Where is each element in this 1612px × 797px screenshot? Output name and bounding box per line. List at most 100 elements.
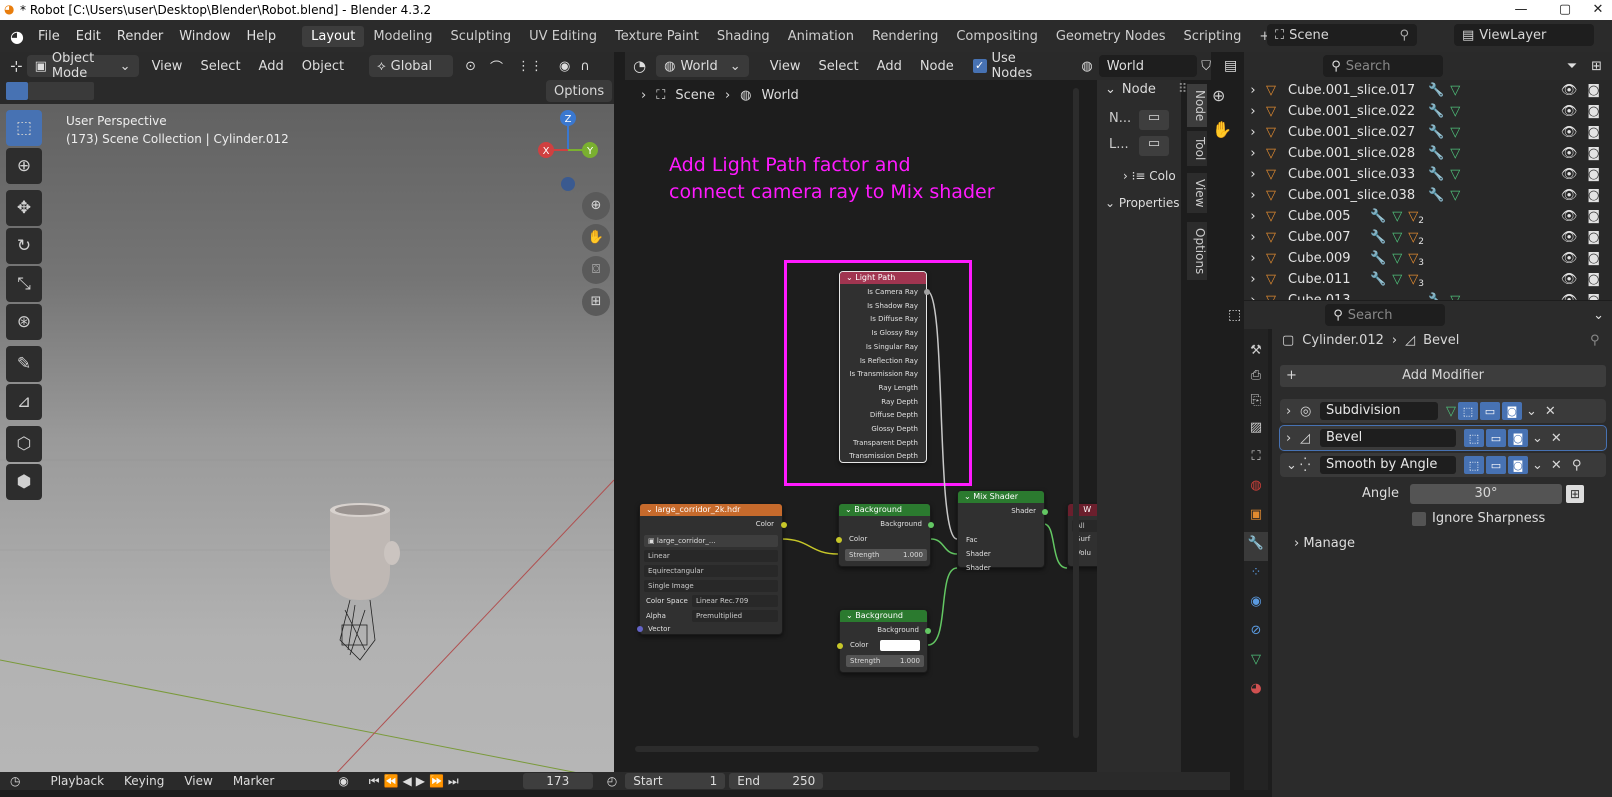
outliner-row-name[interactable]: Cube.013 bbox=[1288, 293, 1426, 300]
sidebar-color-panel[interactable]: › ⁝≡ Colo bbox=[1123, 169, 1176, 183]
expand-arrow-icon[interactable]: › bbox=[1244, 209, 1266, 224]
render-toggle[interactable]: ◙ bbox=[1508, 429, 1528, 447]
menu-playback[interactable]: Playback bbox=[50, 774, 104, 788]
outliner-search[interactable]: ⚲ Search bbox=[1323, 55, 1444, 77]
pin-icon[interactable]: ⚲ bbox=[1590, 333, 1600, 348]
tab-texture-paint[interactable]: Texture Paint bbox=[606, 26, 708, 47]
tab-scripting[interactable]: Scripting bbox=[1175, 26, 1251, 47]
outliner-row-name[interactable]: Cube.001_slice.022 bbox=[1288, 104, 1426, 119]
close-icon[interactable]: ✕ bbox=[1584, 0, 1612, 20]
outliner-row[interactable]: › ▽ Cube.007 🔧 ▽ ▽ 2 👁 ◙ bbox=[1244, 227, 1612, 248]
color-space-dropdown[interactable]: Linear Rec.709 bbox=[692, 595, 778, 607]
render-toggle[interactable]: ◙ bbox=[1508, 456, 1528, 474]
tab-rendering[interactable]: Rendering bbox=[863, 26, 947, 47]
edit-mode-toggle[interactable]: ⬚ bbox=[1458, 402, 1478, 420]
mesh-data-icon[interactable]: ▽ bbox=[1450, 125, 1460, 140]
chevron-right-icon[interactable]: › bbox=[1286, 404, 1300, 419]
mix-shader-node[interactable]: ⌄ Mix Shader Shader Fac Shader Shader bbox=[957, 490, 1048, 572]
annotate-tool-icon[interactable]: ✎ bbox=[6, 346, 42, 382]
menu-help[interactable]: Help bbox=[238, 29, 284, 44]
tab-modeling[interactable]: Modeling bbox=[364, 26, 441, 47]
robot-model[interactable] bbox=[320, 500, 420, 680]
filter-icon[interactable]: ⏷ bbox=[1567, 59, 1577, 74]
render-camera-icon[interactable]: ◙ bbox=[1587, 293, 1600, 300]
view-layer-tab-icon[interactable]: ▨ bbox=[1244, 416, 1268, 445]
render-camera-icon[interactable]: ◙ bbox=[1587, 251, 1600, 266]
manage-panel[interactable]: › Manage bbox=[1294, 536, 1355, 551]
modifier-icon[interactable]: 🔧 bbox=[1428, 167, 1444, 182]
expand-arrow-icon[interactable]: › bbox=[1244, 293, 1266, 300]
select-mode-group[interactable] bbox=[28, 82, 94, 100]
navigation-gizmo[interactable]: Z X Y bbox=[528, 108, 608, 194]
tab-view[interactable]: View bbox=[1187, 173, 1207, 214]
transform-orientation-dropdown[interactable]: ⟡ Global bbox=[369, 55, 454, 77]
menu-file[interactable]: File bbox=[30, 29, 68, 44]
render-camera-icon[interactable]: ◙ bbox=[1587, 83, 1600, 98]
sidebar-node-header[interactable]: ⌄ Node ⠿ bbox=[1105, 82, 1187, 97]
playback-controls-icon[interactable]: ⏮⏪◀▶⏩⏭ bbox=[369, 774, 463, 789]
menu-render[interactable]: Render bbox=[109, 29, 171, 44]
subdivision-name[interactable]: Subdivision bbox=[1320, 402, 1438, 420]
menu-add[interactable]: Add bbox=[250, 59, 293, 74]
world-tab-icon[interactable]: ◍ bbox=[1244, 474, 1268, 503]
node-menu-view[interactable]: View bbox=[761, 59, 810, 74]
interpolation-dropdown[interactable]: Linear bbox=[644, 550, 778, 562]
outliner-row[interactable]: ›▽Cube.013🔧▽👁◙ bbox=[1244, 290, 1612, 300]
sidebar-label-field[interactable]: ▭ bbox=[1139, 136, 1169, 156]
drag-handle-icon[interactable]: ⠿ bbox=[1178, 82, 1188, 97]
modifier-icon[interactable]: 🔧 bbox=[1370, 209, 1386, 224]
expand-arrow-icon[interactable]: › bbox=[1244, 272, 1266, 287]
modifier-icon[interactable]: 🔧 bbox=[1370, 272, 1386, 287]
outliner-row-name[interactable]: Cube.007 bbox=[1288, 230, 1364, 245]
outliner-row[interactable]: › ▽ Cube.001_slice.033 🔧 ▽ 👁 ◙ bbox=[1244, 164, 1612, 185]
output-tab-icon[interactable]: ⎘ bbox=[1244, 387, 1268, 416]
outliner-row[interactable]: › ▽ Cube.005 🔧 ▽ ▽ 2 👁 ◙ bbox=[1244, 206, 1612, 227]
eye-icon[interactable]: 👁 bbox=[1561, 146, 1578, 161]
add-modifier-button[interactable]: + Add Modifier bbox=[1280, 365, 1606, 387]
eye-icon[interactable]: 👁 bbox=[1561, 230, 1578, 245]
tool-tab-icon[interactable]: ⚒ bbox=[1244, 329, 1268, 358]
background-1-strength-field[interactable]: Strength 1.000 bbox=[845, 549, 927, 561]
mix-shader-header[interactable]: ⌄ Mix Shader bbox=[958, 491, 1044, 503]
outliner-row[interactable]: › ▽ Cube.001_slice.028 🔧 ▽ 👁 ◙ bbox=[1244, 143, 1612, 164]
eye-icon[interactable]: 👁 bbox=[1561, 293, 1578, 300]
modifier-tab-icon[interactable]: 🔧 bbox=[1244, 532, 1268, 561]
socket-bg1-color[interactable] bbox=[836, 537, 842, 543]
tab-uv-editing[interactable]: UV Editing bbox=[520, 26, 606, 47]
object-tab-icon[interactable]: ▣ bbox=[1244, 503, 1268, 532]
outliner-row-name[interactable]: Cube.001_slice.017 bbox=[1288, 83, 1426, 98]
material-icon[interactable]: ▽ bbox=[1408, 230, 1418, 245]
socket-is-camera-ray[interactable] bbox=[924, 289, 930, 295]
node-menu-select[interactable]: Select bbox=[810, 59, 868, 74]
modifier-icon[interactable]: 🔧 bbox=[1370, 251, 1386, 266]
eye-icon[interactable]: 👁 bbox=[1561, 167, 1578, 182]
expand-arrow-icon[interactable]: › bbox=[1244, 104, 1266, 119]
eye-icon[interactable]: 👁 bbox=[1561, 209, 1578, 224]
timeline-editor-type-icon[interactable]: ◷ bbox=[10, 774, 20, 788]
tab-geometry-nodes[interactable]: Geometry Nodes bbox=[1047, 26, 1175, 47]
select-box-mode-icon[interactable] bbox=[6, 82, 28, 100]
modifier-subdivision[interactable]: › ◎ Subdivision ▽ ⬚ ▭ ◙ ⌄ ✕ bbox=[1280, 399, 1606, 423]
background-2-strength-field[interactable]: Strength 1.000 bbox=[846, 655, 924, 667]
modifier-icon[interactable]: 🔧 bbox=[1428, 104, 1444, 119]
tab-tool[interactable]: Tool bbox=[1187, 131, 1207, 167]
mesh-data-icon[interactable]: ▽ bbox=[1392, 209, 1402, 224]
render-camera-icon[interactable]: ◙ bbox=[1587, 272, 1600, 287]
end-frame-field[interactable]: End 250 bbox=[729, 773, 824, 789]
outliner-row-name[interactable]: Cube.011 bbox=[1288, 272, 1364, 287]
shader-type-dropdown[interactable]: ◍ World ⌄ bbox=[656, 55, 749, 77]
render-camera-icon[interactable]: ◙ bbox=[1587, 125, 1600, 140]
chevron-right-icon[interactable]: › bbox=[1286, 431, 1300, 446]
proportional-edit-icon[interactable]: ◉ bbox=[559, 59, 570, 74]
expand-arrow-icon[interactable]: › bbox=[1244, 251, 1266, 266]
realtime-toggle[interactable]: ▭ bbox=[1486, 429, 1506, 447]
remove-modifier-icon[interactable]: ✕ bbox=[1551, 431, 1562, 446]
mesh-data-icon[interactable]: ▽ bbox=[1392, 251, 1402, 266]
chevron-down-icon[interactable]: ⌄ bbox=[1532, 431, 1543, 446]
menu-marker[interactable]: Marker bbox=[233, 774, 274, 788]
maximize-icon[interactable]: ▢ bbox=[1542, 0, 1588, 20]
modifier-icon[interactable]: 🔧 bbox=[1428, 146, 1444, 161]
angle-keyframe-icon[interactable]: ⊞ bbox=[1566, 485, 1584, 503]
new-collection-icon[interactable]: ⊞ bbox=[1591, 59, 1602, 74]
render-toggle[interactable]: ◙ bbox=[1502, 402, 1522, 420]
